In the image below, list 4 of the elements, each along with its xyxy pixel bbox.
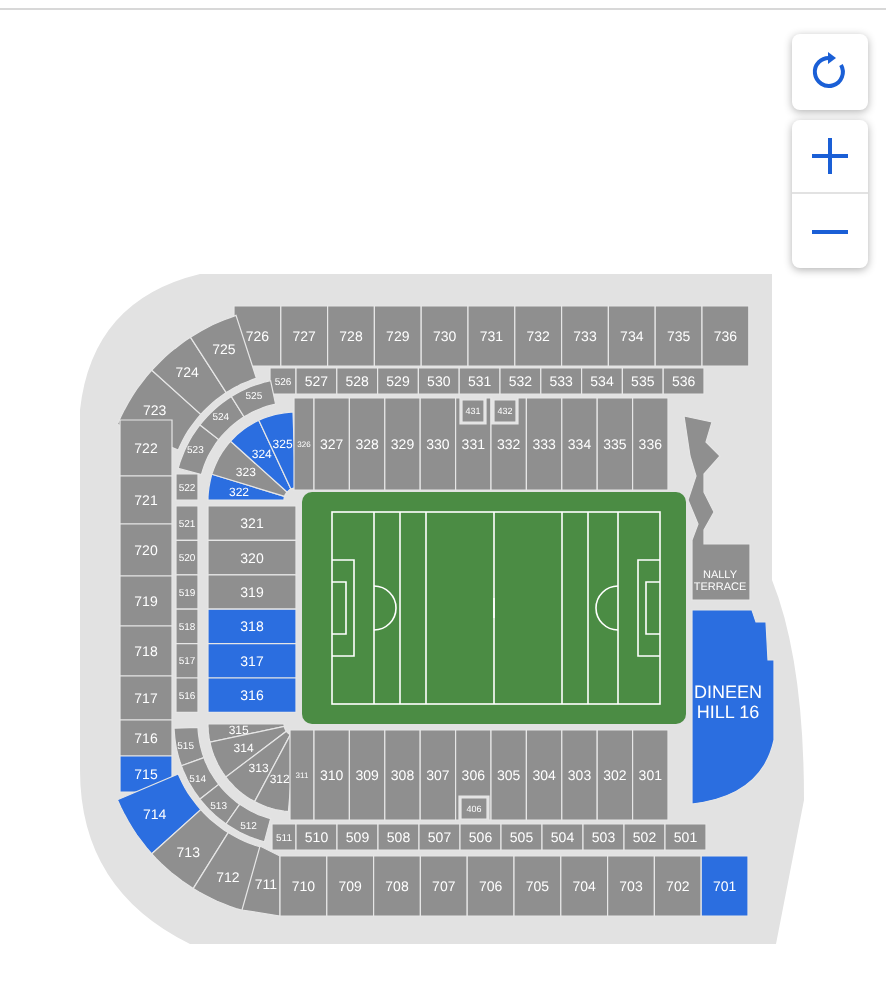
refresh-icon (810, 52, 850, 92)
reset-view-button[interactable] (792, 34, 868, 110)
plus-icon (810, 136, 850, 176)
minus-icon (810, 227, 850, 235)
